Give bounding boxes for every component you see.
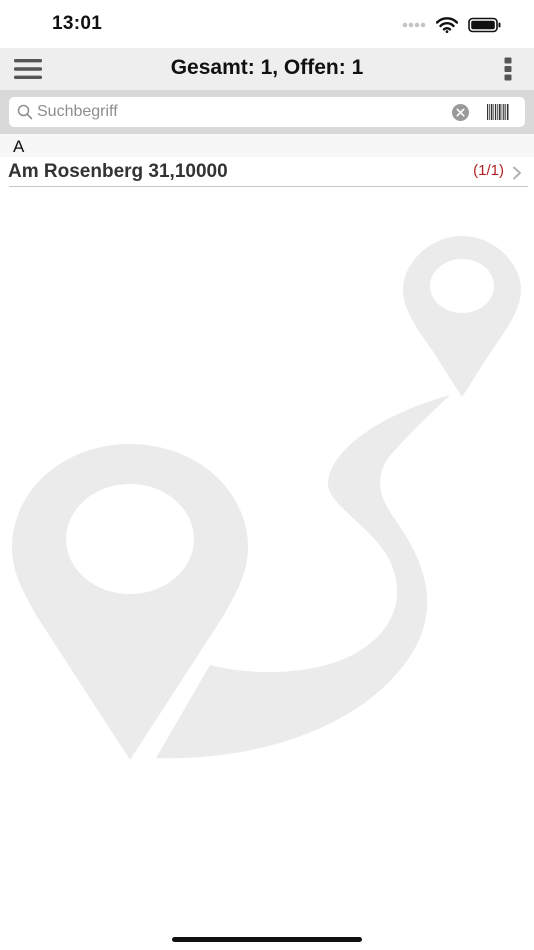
hamburger-menu-icon	[14, 59, 42, 79]
battery-icon	[468, 17, 501, 33]
menu-button[interactable]	[12, 54, 44, 84]
chevron-right-icon	[513, 166, 521, 180]
section-header-label: A	[13, 137, 25, 156]
cellular-signal-icon	[402, 22, 426, 28]
wifi-icon	[436, 17, 458, 33]
vertical-dots-icon	[504, 57, 512, 81]
search-box[interactable]	[9, 97, 525, 127]
more-options-button[interactable]	[496, 54, 520, 84]
status-bar: 13:01	[0, 0, 534, 48]
navigation-bar: Gesamt: 1, Offen: 1	[0, 48, 534, 90]
status-time: 13:01	[52, 13, 103, 34]
list-item-count: (1/1)	[473, 162, 504, 179]
clear-search-icon[interactable]	[452, 104, 469, 121]
list-divider	[9, 186, 528, 187]
page-title: Gesamt: 1, Offen: 1	[170, 56, 364, 79]
home-indicator[interactable]	[172, 937, 362, 942]
route-watermark-graphic	[12, 236, 521, 760]
list-item[interactable]: Am Rosenberg 31,10000 (1/1)	[0, 157, 534, 188]
list-item-label: Am Rosenberg 31,10000	[8, 161, 228, 182]
search-bar	[0, 90, 534, 134]
status-icons	[402, 14, 502, 36]
barcode-scan-icon[interactable]	[487, 104, 509, 120]
search-input[interactable]	[37, 99, 437, 125]
search-icon	[17, 104, 33, 120]
section-header: A	[0, 134, 534, 157]
